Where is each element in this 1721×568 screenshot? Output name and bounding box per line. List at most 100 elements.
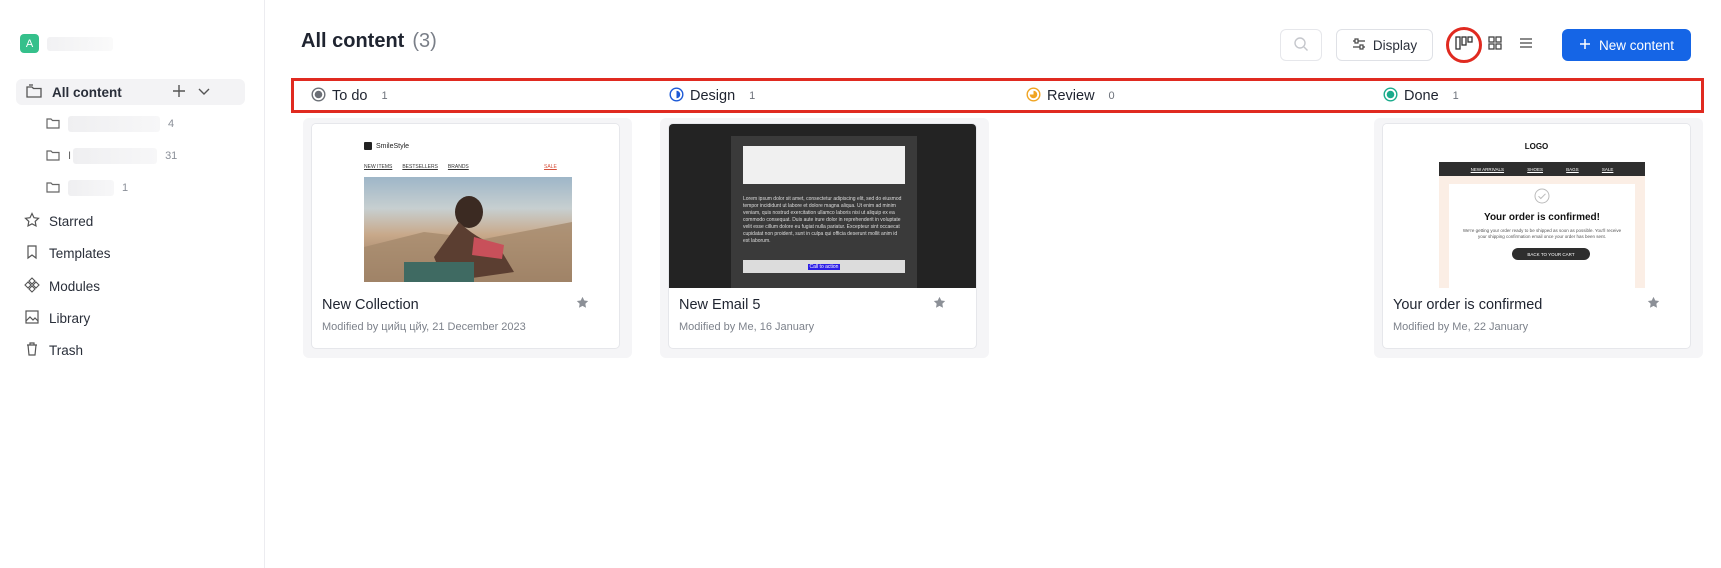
workspace-name	[47, 36, 113, 51]
done-status-icon	[1383, 86, 1398, 106]
thumb-body-text: Lorem ipsum dolor sit amet, consectetur …	[743, 196, 902, 244]
list-view-button[interactable]	[1511, 30, 1541, 60]
thumb-nav-item: BESTSELLERS	[402, 164, 438, 170]
status-column-design: Design 1	[669, 86, 755, 106]
folder-name	[68, 116, 160, 132]
star-icon[interactable]	[576, 296, 589, 314]
thumb-cta: Call to action	[743, 260, 905, 273]
workspace-switcher[interactable]: A	[20, 34, 113, 53]
thumb-nav-item: NEW ITEMS	[364, 164, 393, 170]
thumb-heading: Your order is confirmed!	[1484, 212, 1600, 223]
thumb-nav-item: SHOES	[1527, 166, 1543, 172]
card-thumbnail: SmileStyle NEW ITEMS BESTSELLERS BRANDS …	[312, 124, 619, 288]
status-label: Design	[690, 88, 736, 104]
thumb-body-text: We're getting your order ready to be shi…	[1462, 228, 1622, 239]
status-label: To do	[332, 88, 368, 104]
thumb-cta: BACK TO YOUR CART	[1512, 248, 1590, 260]
folder-count: 4	[168, 118, 175, 130]
status-label: Review	[1047, 88, 1095, 104]
content-card[interactable]: Lorem ipsum dolor sit amet, consectetur …	[668, 123, 977, 349]
sidebar-folder[interactable]: 4	[46, 114, 174, 134]
folder-count: 31	[165, 150, 178, 162]
sidebar-item-templates[interactable]: Templates	[24, 243, 111, 263]
todo-status-icon	[311, 86, 326, 106]
sidebar: A All content 4 I 31 1 Starred Templates…	[0, 0, 265, 568]
kanban-view-button[interactable]	[1449, 30, 1479, 60]
content-count: (3)	[412, 30, 437, 52]
brand-logo-icon	[364, 142, 372, 150]
thumb-image-placeholder	[743, 146, 905, 184]
bookmark-icon	[24, 244, 40, 263]
star-icon[interactable]	[1647, 296, 1660, 314]
sliders-icon	[1352, 37, 1366, 54]
folder-icon	[46, 149, 60, 164]
thumb-hero-image	[364, 177, 572, 282]
status-count: 1	[749, 90, 756, 102]
trash-icon	[24, 341, 40, 360]
modules-icon	[24, 276, 40, 296]
folder-count: 1	[122, 182, 129, 194]
list-icon	[1518, 35, 1534, 56]
folder-stack-icon	[26, 83, 42, 101]
search-button[interactable]	[1280, 29, 1322, 61]
design-status-icon	[669, 86, 684, 106]
thumb-nav-item: SALE	[1601, 166, 1614, 172]
page-title-text: All content	[301, 30, 405, 52]
card-thumbnail: LOGO NEW ARRIVALS SHOES BAGS SALE Your o…	[1383, 124, 1690, 288]
chevron-down-icon[interactable]	[196, 83, 212, 102]
new-content-button[interactable]: New content	[1562, 29, 1691, 61]
display-button[interactable]: Display	[1336, 29, 1433, 61]
sidebar-item-modules[interactable]: Modules	[24, 276, 100, 296]
thumb-nav-item: BAGS	[1566, 166, 1579, 172]
card-title: New Email 5	[679, 297, 761, 313]
sidebar-folder[interactable]: 1	[46, 178, 128, 198]
folder-icon	[46, 117, 60, 132]
sidebar-item-starred[interactable]: Starred	[24, 211, 93, 231]
content-card[interactable]: LOGO NEW ARRIVALS SHOES BAGS SALE Your o…	[1382, 123, 1691, 349]
thumb-logo: LOGO	[1524, 142, 1549, 151]
status-count: 1	[381, 90, 388, 102]
thumb-cta-label: BACK TO YOUR CART	[1527, 251, 1575, 257]
card-meta: Modified by Me, 16 January	[679, 321, 815, 333]
sidebar-item-label: Library	[49, 310, 91, 326]
status-column-todo: To do 1	[311, 86, 388, 106]
new-content-label: New content	[1598, 37, 1675, 53]
grid-view-button[interactable]	[1480, 30, 1510, 60]
card-meta: Modified by Me, 22 January	[1393, 321, 1529, 333]
sidebar-item-label: Modules	[49, 278, 101, 294]
star-icon	[24, 211, 40, 231]
sidebar-folder[interactable]: I 31	[46, 146, 177, 166]
star-icon[interactable]	[933, 296, 946, 314]
display-label: Display	[1372, 37, 1418, 53]
sidebar-item-all-content[interactable]: All content	[16, 79, 245, 105]
status-count: 1	[1452, 90, 1459, 102]
card-title: Your order is confirmed	[1393, 297, 1543, 313]
sidebar-item-label: Starred	[49, 213, 94, 229]
workspace-avatar: A	[20, 34, 39, 53]
card-title: New Collection	[322, 297, 419, 313]
status-columns-highlight	[291, 78, 1704, 113]
card-thumbnail: Lorem ipsum dolor sit amet, consectetur …	[669, 124, 976, 288]
folder-name	[73, 148, 158, 164]
search-icon	[1293, 36, 1309, 55]
card-meta: Modified by цийц цйу, 21 December 2023	[322, 321, 526, 333]
image-icon	[24, 309, 40, 328]
thumb-nav-item: BRANDS	[447, 164, 469, 170]
folder-name	[68, 180, 114, 196]
add-folder-icon[interactable]	[171, 83, 187, 102]
thumb-nav-item: NEW ARRIVALS	[1470, 166, 1505, 172]
folder-icon	[46, 181, 60, 196]
sidebar-item-trash[interactable]: Trash	[24, 340, 83, 360]
grid-icon	[1487, 35, 1503, 56]
status-label: Done	[1404, 88, 1439, 104]
content-card[interactable]: SmileStyle NEW ITEMS BESTSELLERS BRANDS …	[311, 123, 620, 349]
sidebar-item-library[interactable]: Library	[24, 308, 90, 328]
folder-name-prefix: I	[68, 150, 72, 162]
thumb-nav-bar: NEW ARRIVALS SHOES BAGS SALE	[1439, 162, 1645, 176]
thumb-cta-label: Call to action	[807, 263, 841, 270]
status-column-done: Done 1	[1383, 86, 1459, 106]
kanban-icon	[1455, 35, 1473, 56]
status-column-review: Review 0	[1026, 86, 1115, 106]
status-count: 0	[1108, 90, 1115, 102]
check-circle-icon	[1534, 188, 1550, 209]
